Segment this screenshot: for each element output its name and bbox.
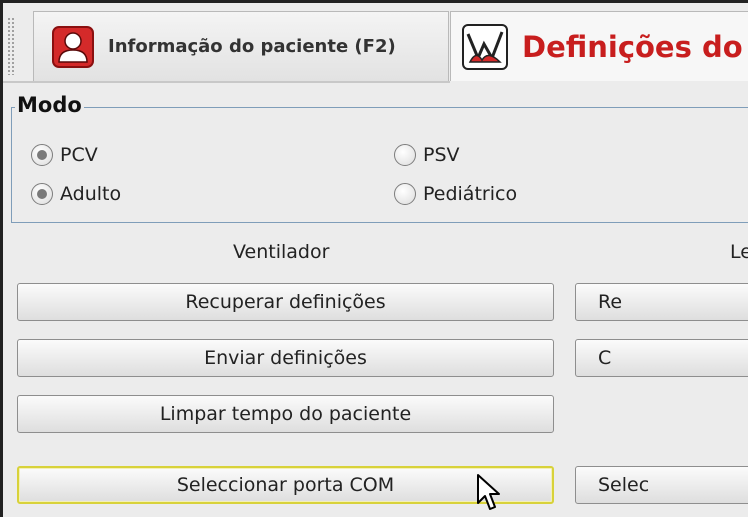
tab-patient-label: Informação do paciente (F2) (108, 36, 396, 57)
radio-adulto-label: Adulto (60, 183, 122, 205)
tab-strip: Informação do paciente (F2) Definições d… (3, 3, 748, 83)
right-button-3[interactable]: Selec (575, 466, 748, 504)
radio-pediatrico-indicator (394, 183, 416, 205)
lungs-icon (462, 23, 508, 70)
limpar-tempo-button[interactable]: Limpar tempo do paciente (17, 395, 554, 433)
radio-psv-indicator (394, 144, 416, 166)
radio-adulto-indicator (31, 183, 53, 205)
mouse-pointer-icon (477, 474, 500, 510)
radio-pediatrico-label: Pediátrico (423, 183, 518, 205)
patient-icon (52, 25, 94, 68)
drag-grip[interactable] (7, 17, 15, 75)
ventilador-heading: Ventilador (233, 241, 330, 263)
tab-settings-label: Definições do (522, 29, 743, 64)
tab-divider (3, 81, 450, 83)
seleccionar-porta-com-button[interactable]: Seleccionar porta COM (17, 466, 554, 504)
radio-adulto[interactable]: Adulto (31, 183, 121, 205)
radio-pcv-label: PCV (60, 144, 98, 166)
enviar-definicoes-button[interactable]: Enviar definições (17, 339, 554, 377)
radio-pcv-indicator (31, 144, 53, 166)
radio-psv[interactable]: PSV (394, 144, 460, 166)
radio-psv-label: PSV (423, 144, 460, 166)
app-window: Informação do paciente (F2) Definições d… (0, 0, 748, 517)
radio-pcv[interactable]: PCV (31, 144, 98, 166)
tab-settings[interactable]: Definições do (450, 11, 748, 81)
tab-patient-info[interactable]: Informação do paciente (F2) (33, 11, 449, 81)
modo-group-title: Modo (15, 93, 84, 117)
modo-group (11, 107, 748, 223)
right-button-2[interactable]: C (575, 339, 748, 377)
right-column-heading: Le (730, 241, 748, 263)
radio-pediatrico[interactable]: Pediátrico (394, 183, 517, 205)
recuperar-definicoes-button[interactable]: Recuperar definições (17, 283, 554, 321)
right-button-1[interactable]: Re (575, 283, 748, 321)
